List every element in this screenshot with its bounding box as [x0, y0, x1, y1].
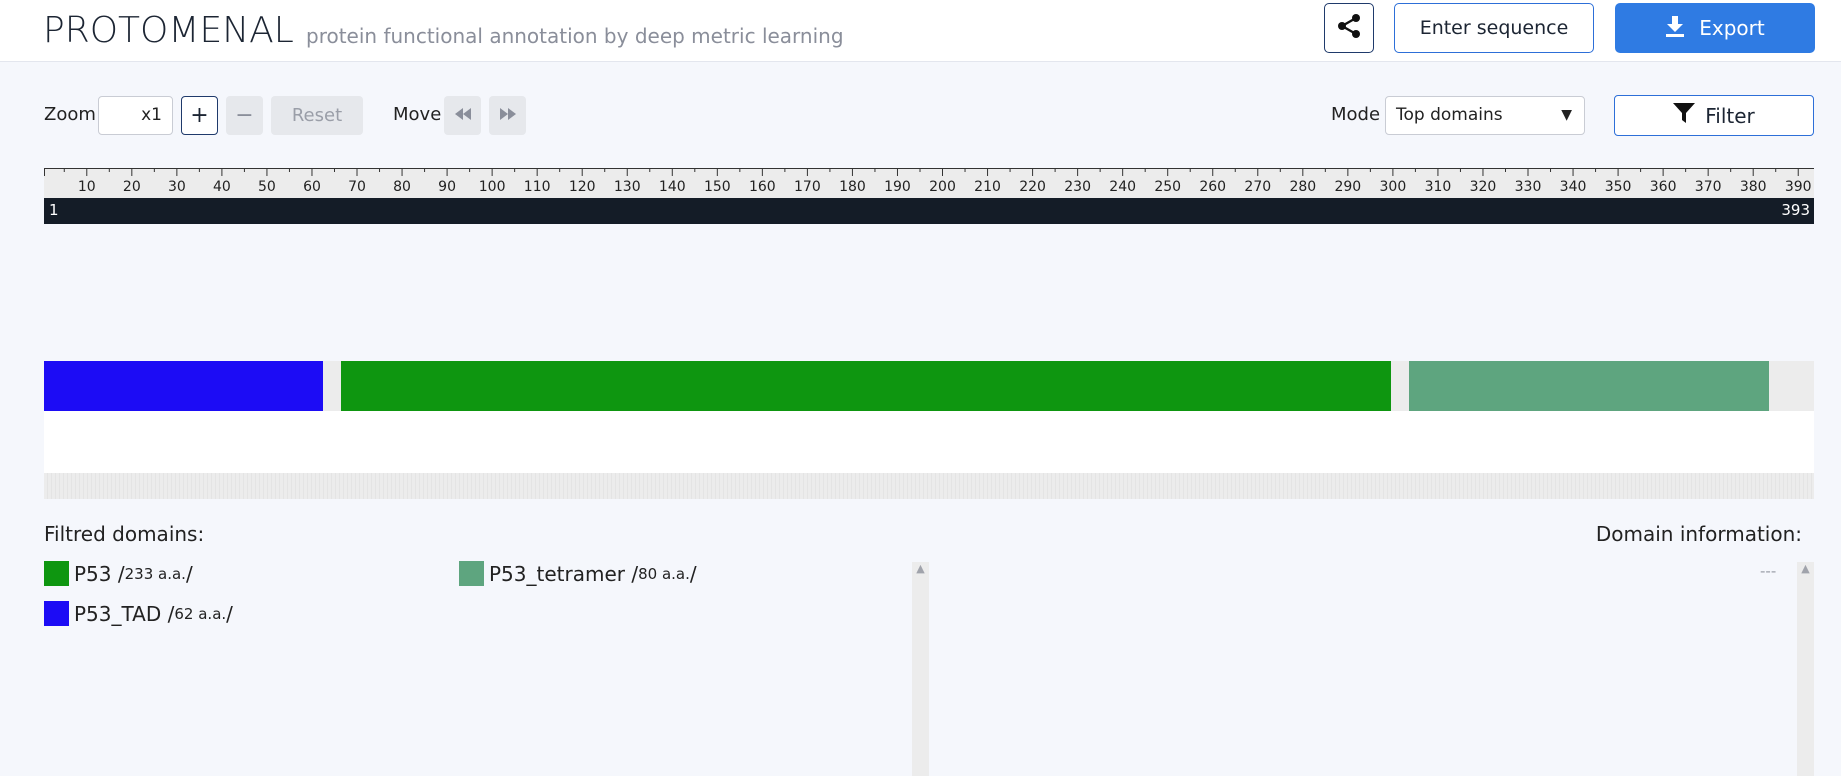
legend-swatch: [459, 561, 484, 586]
legend-item-p53-tetramer[interactable]: P53_tetramer /80 a.a. /: [459, 561, 697, 586]
position-ruler: 10 20 30 40 50 60 70 80 90 100 110 120 130 140 150 160 1…: [44, 168, 1814, 198]
ruler-tick-label: 270: [1244, 179, 1271, 195]
reset-button[interactable]: Reset: [271, 96, 363, 135]
top-header: PROTOMENAL protein functional annotation…: [0, 0, 1841, 62]
ruler-ticks: 10 20 30 40 50 60 70 80 90 100 110 120 130 140 150 160 1…: [44, 168, 1814, 195]
ruler-tick-label: 180: [839, 179, 866, 195]
zoom-out-button[interactable]: −: [226, 96, 263, 135]
zoom-label: Zoom: [44, 104, 96, 125]
fast-forward-icon: [499, 107, 516, 124]
legend-length: 233 a.a.: [124, 564, 186, 583]
ruler-tick-label: 50: [258, 179, 276, 195]
scroll-up-icon[interactable]: ▲: [1797, 562, 1814, 575]
ruler-tick-label: 260: [1199, 179, 1226, 195]
chevron-down-icon: ▼: [1561, 107, 1572, 123]
legend-item-p53-tad[interactable]: P53_TAD /62 a.a. /: [44, 601, 233, 626]
ruler-tick-label: 110: [524, 179, 551, 195]
legend-length: 62 a.a.: [174, 604, 227, 623]
app-tagline: protein functional annotation by deep me…: [306, 24, 844, 48]
ruler-tick-label: 320: [1470, 179, 1497, 195]
ruler-tick-label: 70: [348, 179, 366, 195]
ruler-tick-label: 220: [1019, 179, 1046, 195]
ruler-tick-label: 290: [1334, 179, 1361, 195]
ruler-tick-label: 210: [974, 179, 1001, 195]
ruler-tick-label: 40: [213, 179, 231, 195]
ruler-tick-label: 10: [78, 179, 96, 195]
share-button[interactable]: [1324, 3, 1374, 53]
ruler-tick-label: 250: [1154, 179, 1181, 195]
rewind-icon: [454, 107, 471, 124]
mode-value: Top domains: [1396, 105, 1503, 125]
download-icon: [1665, 15, 1685, 42]
zoom-input[interactable]: x1: [98, 96, 173, 135]
ruler-tick-label: 350: [1605, 179, 1632, 195]
domain-block-p53[interactable]: [341, 361, 1391, 411]
ruler-tick-label: 30: [168, 179, 186, 195]
filter-icon: [1673, 103, 1696, 128]
ruler-tick-label: 330: [1515, 179, 1542, 195]
domain-info-empty: ---: [1760, 562, 1777, 580]
export-button[interactable]: Export: [1615, 3, 1815, 53]
legend-name: P53_tetramer: [489, 561, 625, 586]
sequence-end: 393: [1781, 201, 1810, 219]
domain-track: [44, 361, 1814, 411]
ruler-tick-label: 300: [1380, 179, 1407, 195]
ruler-tick-label: 280: [1289, 179, 1316, 195]
secondary-track: [44, 411, 1814, 473]
domain-info-title: Domain information:: [1595, 522, 1802, 546]
legend-name: P53: [74, 561, 112, 586]
ruler-tick-label: 170: [794, 179, 821, 195]
ruler-tick-label: 100: [479, 179, 506, 195]
ruler-tick-label: 390: [1785, 179, 1812, 195]
ruler-tick-label: 360: [1650, 179, 1677, 195]
legend-length: 80 a.a.: [638, 564, 690, 583]
sequence-bar: 1 393: [44, 198, 1814, 224]
ruler-tick-label: 200: [929, 179, 956, 195]
mode-select[interactable]: Top domains ▼: [1385, 96, 1585, 135]
move-left-button[interactable]: [444, 96, 481, 135]
filtered-scrollbar[interactable]: ▲: [912, 562, 929, 776]
ruler-tick-label: 80: [393, 179, 411, 195]
export-label: Export: [1699, 16, 1765, 40]
info-scrollbar[interactable]: ▲: [1797, 562, 1814, 776]
legend-item-p53[interactable]: P53 /233 a.a. /: [44, 561, 193, 586]
zoom-in-button[interactable]: +: [181, 96, 218, 135]
share-icon: [1335, 12, 1363, 44]
ruler-tick-label: 20: [123, 179, 141, 195]
scroll-up-icon[interactable]: ▲: [912, 562, 929, 575]
ruler-tick-label: 230: [1064, 179, 1091, 195]
residue-track: [44, 473, 1814, 499]
ruler-tick-label: 150: [704, 179, 731, 195]
filter-label: Filter: [1705, 103, 1755, 128]
ruler-tick-label: 190: [884, 179, 911, 195]
sequence-start: 1: [49, 201, 59, 219]
move-label: Move: [393, 104, 442, 125]
ruler-tick-label: 130: [614, 179, 641, 195]
filtered-domains-title: Filtred domains:: [44, 522, 205, 546]
ruler-tick-label: 160: [749, 179, 776, 195]
move-right-button[interactable]: [489, 96, 526, 135]
mode-label: Mode: [1331, 104, 1381, 125]
ruler-tick-label: 240: [1109, 179, 1136, 195]
domain-block-p53-tad[interactable]: [44, 361, 324, 411]
filter-button[interactable]: Filter: [1614, 95, 1814, 136]
ruler-tick-label: 140: [659, 179, 686, 195]
ruler-tick-label: 60: [303, 179, 321, 195]
legend-swatch: [44, 561, 69, 586]
ruler-tick-label: 120: [569, 179, 596, 195]
legend-swatch: [44, 601, 69, 626]
app-logo: PROTOMENAL: [43, 10, 294, 51]
enter-sequence-button[interactable]: Enter sequence: [1394, 3, 1594, 53]
ruler-tick-label: 380: [1740, 179, 1767, 195]
legend-name: P53_TAD: [74, 601, 162, 626]
ruler-tick-label: 90: [438, 179, 456, 195]
ruler-tick-label: 310: [1425, 179, 1452, 195]
ruler-tick-label: 370: [1695, 179, 1722, 195]
domain-block-p53-tetramer[interactable]: [1408, 361, 1769, 411]
ruler-tick-label: 340: [1560, 179, 1587, 195]
